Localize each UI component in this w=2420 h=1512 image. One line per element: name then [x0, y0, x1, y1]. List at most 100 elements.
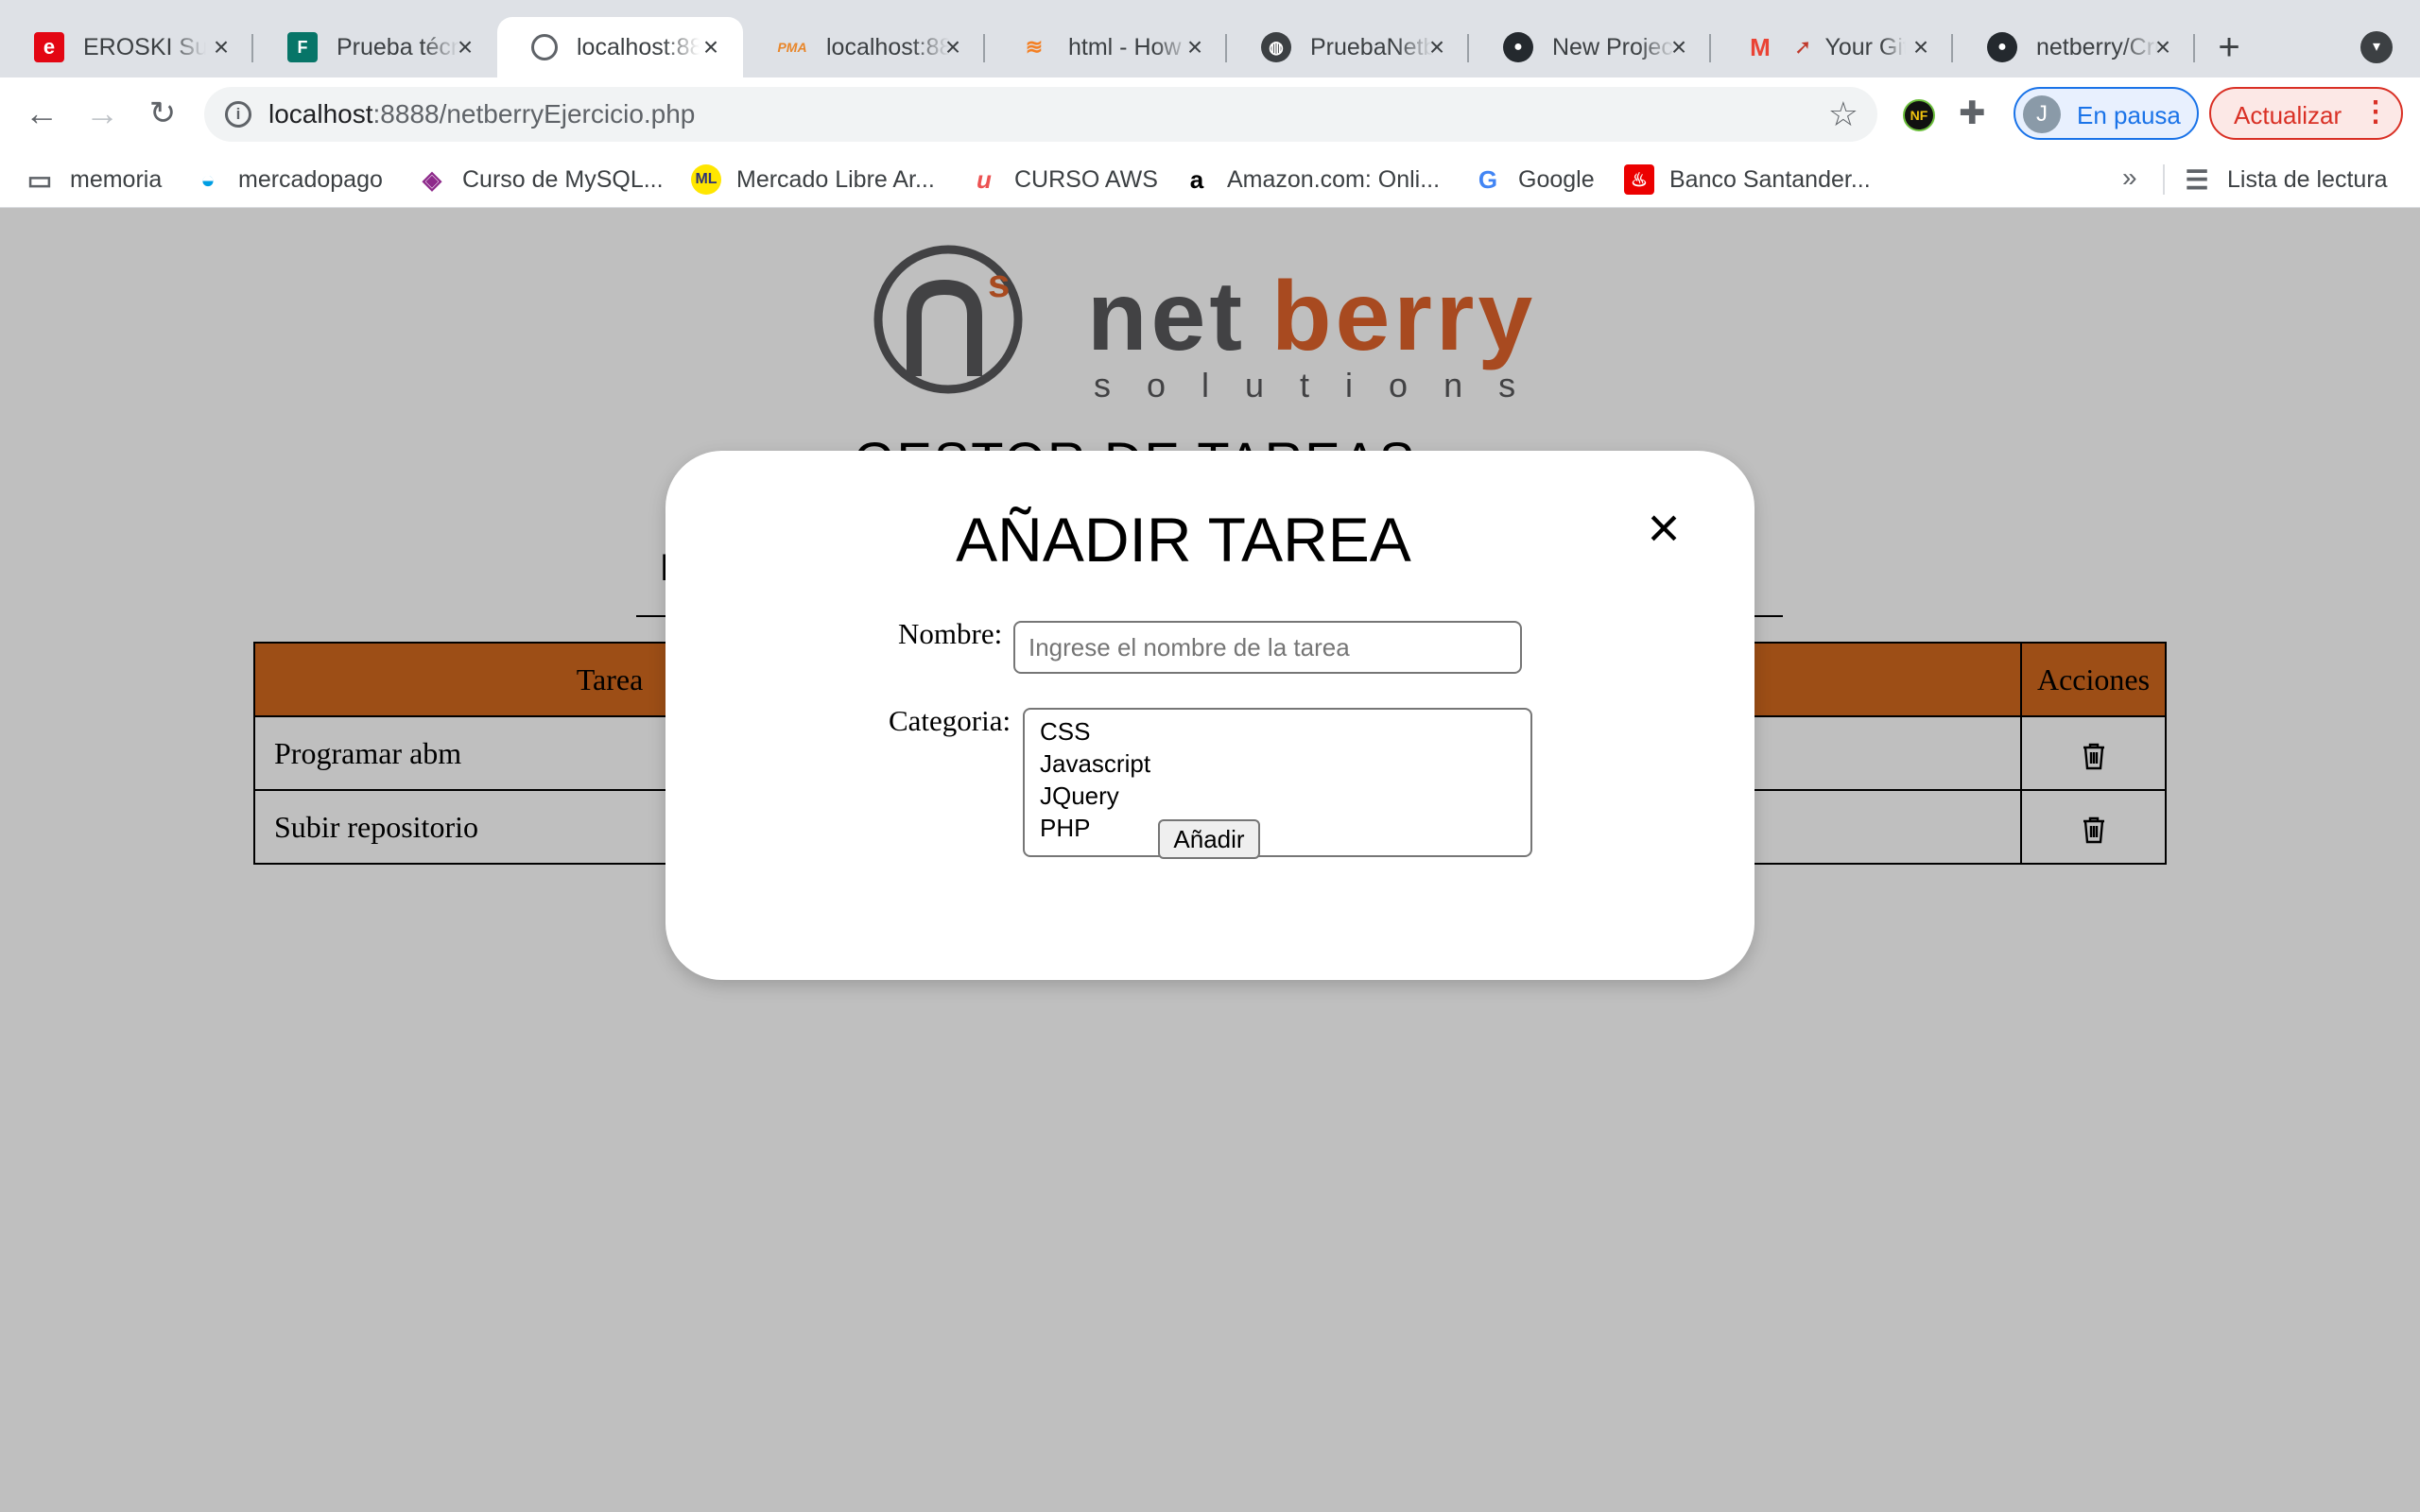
forward-icon[interactable]: → [79, 91, 125, 136]
url-text[interactable]: localhost:8888/netberryEjercicio.php [268, 99, 695, 129]
more-menu-icon[interactable]: ⋮ [2361, 97, 2390, 128]
bookmark-google[interactable]: G Google [1473, 163, 1595, 197]
modal-title: AÑADIR TAREA [956, 505, 1411, 575]
tab-title: html - How to [1068, 33, 1191, 60]
tab-prueba-tecnica[interactable]: F Prueba técnica × [253, 17, 497, 77]
tab-title: Prueba técnica [337, 33, 459, 60]
url-path: :8888/netberryEjercicio.php [372, 99, 696, 129]
bookmark-label: Google [1518, 165, 1595, 193]
close-tab-icon[interactable]: × [2148, 32, 2178, 62]
course-icon: ◈ [423, 164, 441, 194]
gmail-icon: M [1750, 32, 1771, 61]
add-task-modal: AÑADIR TAREA × Nombre: Categoria: CSS Ja… [666, 451, 1754, 980]
tab-title: New Project [1552, 33, 1675, 60]
tab-your-github[interactable]: M ➚ Your GitHub × [1711, 17, 1953, 77]
bookmark-label: Banco Santander... [1669, 165, 1871, 193]
url-host: localhost [268, 99, 373, 129]
bookmarks-bar: ▭ memoria ◒ mercadopago ◈ Curso de MySQL… [0, 151, 2420, 208]
category-option[interactable]: Javascript [1040, 747, 1515, 780]
update-button[interactable]: Actualizar ⋮ [2209, 87, 2403, 140]
tab-netberry-crud[interactable]: ● netberry/Crud × [1953, 17, 2195, 77]
bookmark-santander[interactable]: ♨ Banco Santander... [1624, 163, 1871, 197]
close-tab-icon[interactable]: × [206, 32, 236, 62]
add-task-button[interactable]: Añadir [1158, 819, 1260, 859]
update-label: Actualizar [2234, 101, 2342, 129]
profile-status: En pausa [2077, 101, 2181, 129]
github-icon: ● [1503, 32, 1533, 62]
bookmark-label: Curso de MySQL... [462, 165, 664, 193]
tab-pruebanetberry[interactable]: ◍ PruebaNetberry × [1227, 17, 1469, 77]
tab-strip: e EROSKI Supermercado × F Prueba técnica… [0, 0, 2420, 77]
mercadopago-icon: ◒ [200, 164, 216, 194]
tab-title: Your GitHub [1824, 33, 1907, 60]
tab-title: localhost:8888 [577, 33, 700, 60]
santander-icon: ♨ [1624, 164, 1654, 195]
category-label: Categoria: [889, 704, 1011, 737]
reading-list-icon: ☰ [2185, 164, 2209, 195]
google-icon: G [1478, 164, 1498, 194]
tab-eroski[interactable]: e EROSKI Supermercado × [0, 17, 253, 77]
bookmark-curso-aws[interactable]: u CURSO AWS [969, 163, 1158, 197]
tab-title: EROSKI Supermercado [83, 33, 206, 60]
extensions-puzzle-icon[interactable]: ✚ [1959, 94, 1986, 132]
forms-icon: F [287, 32, 318, 62]
category-option[interactable]: JQuery [1040, 780, 1515, 812]
amazon-icon: a [1189, 164, 1204, 194]
globe-icon: ◍ [1261, 32, 1291, 62]
folder-icon: ▭ [26, 164, 53, 195]
task-name-input[interactable] [1013, 621, 1522, 674]
close-tab-icon[interactable]: × [1180, 32, 1210, 62]
bookmark-curso-mysql[interactable]: ◈ Curso de MySQL... [417, 163, 664, 197]
bookmarks-separator [2163, 164, 2165, 195]
address-bar[interactable]: i localhost:8888/netberryEjercicio.php ☆ [204, 87, 1877, 142]
bookmark-label: memoria [70, 165, 163, 193]
avatar: J [2023, 95, 2061, 133]
rocket-icon: ➚ [1794, 35, 1812, 59]
close-tab-icon[interactable]: × [938, 32, 968, 62]
bookmark-label: CURSO AWS [1014, 165, 1158, 193]
tab-localhost-active[interactable]: localhost:8888 × [497, 17, 743, 77]
bookmark-memoria[interactable]: ▭ memoria [25, 163, 162, 197]
reload-icon[interactable]: ↻ [140, 91, 185, 136]
tab-stackoverflow[interactable]: ≋ html - How to × [985, 17, 1227, 77]
bookmark-amazon[interactable]: a Amazon.com: Onli... [1182, 163, 1440, 197]
close-tab-icon[interactable]: × [696, 32, 726, 62]
category-option[interactable]: CSS [1040, 715, 1515, 747]
back-icon[interactable]: ← [19, 91, 64, 136]
eroski-icon: e [34, 32, 64, 62]
bookmark-mercadopago[interactable]: ◒ mercadopago [193, 163, 383, 197]
more-bookmarks-icon[interactable]: » [2122, 163, 2137, 193]
tab-title: localhost:8888 phpMyAdmin [826, 33, 949, 60]
bookmark-label: Amazon.com: Onli... [1227, 165, 1441, 193]
name-label: Nombre: [898, 617, 1003, 650]
close-icon[interactable]: × [1641, 500, 1686, 557]
profile-button[interactable]: J En pausa [2014, 87, 2199, 140]
stackoverflow-icon: ≋ [1025, 35, 1044, 59]
mercadolibre-icon: ML [691, 164, 721, 195]
tab-separator [2193, 34, 2195, 62]
udemy-icon: u [977, 164, 992, 194]
site-info-icon[interactable]: i [225, 101, 251, 128]
bookmark-star-icon[interactable]: ☆ [1828, 94, 1858, 134]
browser-toolbar: ← → ↻ i localhost:8888/netberryEjercicio… [0, 77, 2420, 151]
close-tab-icon[interactable]: × [1664, 32, 1694, 62]
tab-title: PruebaNetberry [1310, 33, 1433, 60]
reading-list-label: Lista de lectura [2227, 165, 2388, 193]
tab-new-project[interactable]: ● New Project × [1469, 17, 1711, 77]
close-tab-icon[interactable]: × [1422, 32, 1452, 62]
new-tab-icon[interactable]: + [2208, 26, 2250, 68]
phpmyadmin-icon: PMA [777, 40, 807, 55]
reading-list-button[interactable]: ☰ Lista de lectura [2182, 163, 2388, 197]
bookmark-mercadolibre[interactable]: ML Mercado Libre Ar... [691, 163, 935, 197]
tab-search-icon[interactable]: ▾ [2360, 31, 2393, 63]
page-body: s net berry solutions GESTOR DE TAREAS N… [0, 209, 2420, 1512]
category-option[interactable]: PHP [1040, 812, 1515, 844]
category-select[interactable]: CSS Javascript JQuery PHP [1023, 708, 1532, 857]
close-tab-icon[interactable]: × [1906, 32, 1936, 62]
close-tab-icon[interactable]: × [450, 32, 480, 62]
github-icon: ● [1987, 32, 2017, 62]
globe-icon [531, 34, 558, 60]
extension-icon[interactable]: NF [1903, 99, 1935, 131]
bookmark-label: Mercado Libre Ar... [736, 165, 935, 193]
tab-phpmyadmin[interactable]: PMA localhost:8888 phpMyAdmin × [743, 17, 985, 77]
